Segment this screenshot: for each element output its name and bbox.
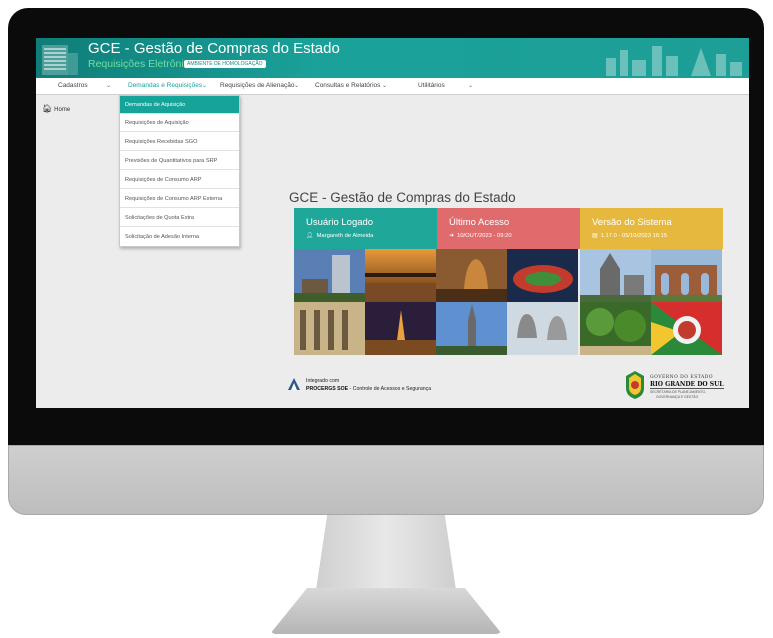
environment-badge: AMBIENTE DE HOMOLOGAÇÃO — [184, 60, 266, 68]
photo-collage — [294, 249, 723, 356]
photo-old-building — [294, 302, 365, 355]
card-value: ▤ 1.17.0 - 05/10/2023 16:15 — [592, 233, 667, 239]
document-icon: ▤ — [592, 233, 598, 239]
breadcrumb-home[interactable]: Home — [54, 107, 70, 113]
monitor-chin — [8, 445, 764, 515]
photo-church-tower — [436, 302, 507, 355]
menu-item-solicitacoes-quota-extra[interactable]: Solicitações de Quota Extra — [120, 209, 239, 227]
menu-cadastros[interactable]: Cadastros — [58, 82, 88, 89]
government-logo: GOVERNO DO ESTADO RIO GRANDE DO SUL SECR… — [624, 370, 724, 402]
card-title: Usuário Logado — [306, 217, 374, 228]
app-title: GCE - Gestão de Compras do Estado — [88, 40, 340, 57]
gov-line-4: GOVERNANÇA E GESTÃO — [656, 395, 699, 399]
menu-item-requisicoes-consumo-arp[interactable]: Requisições de Consumo ARP — [120, 171, 239, 189]
gov-line-2: RIO GRANDE DO SUL — [650, 381, 724, 389]
procergs-description: - Controle de Acessos e Segurança — [348, 386, 432, 392]
photo-stadium — [507, 249, 578, 302]
home-icon: 🏠︎ — [42, 104, 53, 113]
building-logo-icon — [42, 45, 78, 75]
procergs-name: PROCERGS SOE — [306, 386, 349, 392]
chevron-down-icon[interactable]: ⌄ — [294, 82, 299, 89]
chevron-down-icon[interactable]: ⌄ — [106, 82, 111, 89]
procergs-soe-label: PROCERGS SOE - Controle de Acessos e Seg… — [306, 386, 431, 392]
menu-requisicoes-alienacao[interactable]: Requisições de Alienação — [220, 82, 294, 89]
gov-line-3: SECRETARIA DE PLANEJAMENTO, — [650, 390, 707, 394]
logged-user-name: Margareth de Almeida — [316, 233, 374, 239]
integrated-with-label: Integrado com — [306, 378, 340, 384]
card-value: 👤︎ Margareth de Almeida — [306, 233, 373, 239]
menu-item-requisicoes-recebidas-sgo[interactable]: Requisições Recebidas SGO — [120, 133, 239, 151]
photo-ruins — [651, 249, 722, 302]
photo-city-building — [294, 249, 365, 302]
last-access-time: 10/OUT/2023 - 09:20 — [457, 233, 512, 239]
photo-church-bell — [436, 249, 507, 302]
menu-item-previsoes-quantitativos[interactable]: Previsões de Quantitativos para SRP — [120, 152, 239, 170]
arrow-right-icon: ➜ — [449, 233, 454, 239]
monitor-stand-neck — [316, 515, 456, 590]
dropdown-demandas-requisicoes: Demandas de Aquisição Requisições de Aqu… — [119, 95, 240, 247]
app-header: GCE - Gestão de Compras do Estado Requis… — [36, 38, 749, 78]
menu-consultas-relatorios[interactable]: Consultas e Relatórios — [315, 82, 380, 89]
menu-item-solicitacao-adesao-interna[interactable]: Solicitação de Adesão Interna — [120, 228, 239, 246]
card-title: Versão do Sistema — [592, 217, 672, 228]
page-title: GCE - Gestão de Compras do Estado — [289, 190, 516, 205]
breadcrumb[interactable]: 🏠︎ Home — [42, 104, 70, 113]
menu-item-demandas-aquisicao[interactable]: Demandas de Aquisição — [120, 96, 239, 114]
photo-night-city — [365, 302, 436, 355]
menu-item-requisicoes-aquisicao[interactable]: Requisições de Aquisição — [120, 114, 239, 132]
procergs-logo-icon — [288, 378, 300, 390]
monitor-stand-foot — [270, 588, 502, 634]
card-system-version: Versão do Sistema ▤ 1.17.0 - 05/10/2023 … — [580, 208, 723, 249]
state-crest-icon — [626, 371, 644, 399]
system-version: 1.17.0 - 05/10/2023 16:15 — [600, 233, 668, 239]
chevron-down-icon[interactable]: ⌄ — [202, 82, 207, 89]
card-last-access: Último Acesso ➜ 10/OUT/2023 - 09:20 — [437, 208, 580, 249]
chevron-down-icon[interactable]: ⌄ — [468, 82, 473, 89]
photo-cathedral — [580, 249, 651, 302]
user-icon: 👤︎ — [306, 233, 314, 239]
menu-demandas-requisicoes[interactable]: Demandas e Requisições — [128, 82, 202, 89]
photo-bells — [507, 302, 578, 355]
menu-item-requisicoes-consumo-arp-externa[interactable]: Requisições de Consumo ARP Externa — [120, 190, 239, 208]
photo-sunset-bridge — [365, 249, 436, 302]
card-title: Último Acesso — [449, 217, 510, 228]
gov-line-1: GOVERNO DO ESTADO — [650, 375, 714, 380]
card-value: ➜ 10/OUT/2023 - 09:20 — [449, 233, 512, 239]
city-skyline-decoration — [606, 46, 742, 76]
photo-garden — [580, 302, 651, 355]
main-menu-bar: Cadastros ⌄ Demandas e Requisições ⌄ Req… — [36, 78, 749, 95]
card-logged-user: Usuário Logado 👤︎ Margareth de Almeida — [294, 208, 437, 249]
app-screen: GCE - Gestão de Compras do Estado Requis… — [36, 38, 749, 408]
menu-utilitarios[interactable]: Utilitários — [418, 82, 445, 89]
chevron-down-icon[interactable]: ⌄ — [382, 82, 387, 89]
photo-state-crest — [651, 302, 722, 355]
